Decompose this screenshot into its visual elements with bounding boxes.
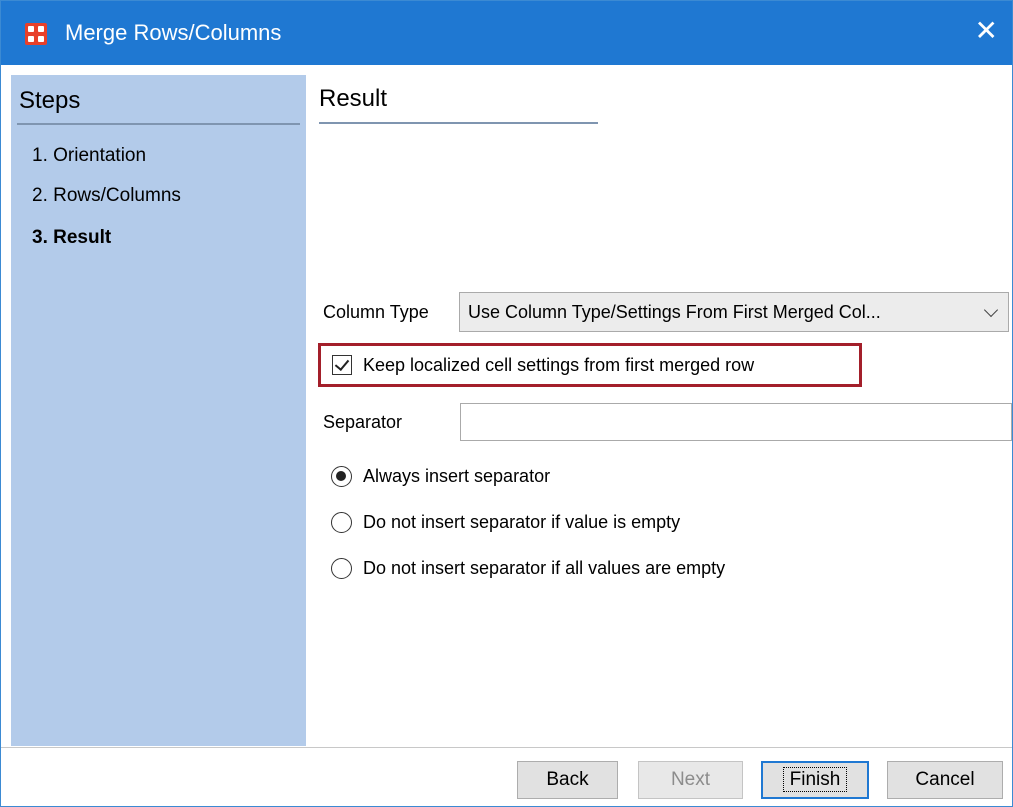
cancel-button[interactable]: Cancel: [887, 761, 1003, 799]
back-button[interactable]: Back: [517, 761, 618, 799]
radio-not-if-value-empty[interactable]: [331, 512, 352, 533]
column-type-label: Column Type: [323, 302, 429, 322]
keep-localized-label[interactable]: Keep localized cell settings from first …: [363, 355, 754, 376]
merge-dialog: Merge Rows/Columns ✕ Steps 1. Orientatio…: [0, 0, 1013, 807]
steps-panel: Steps 1. Orientation 2. Rows/Columns 3. …: [11, 75, 306, 746]
radio-not-if-all-empty-label[interactable]: Do not insert separator if all values ar…: [363, 558, 725, 579]
column-type-select[interactable]: Use Column Type/Settings From First Merg…: [459, 292, 1009, 332]
window-title: Merge Rows/Columns: [65, 20, 282, 45]
radio-always-insert[interactable]: [331, 466, 352, 487]
app-grid-icon: [25, 23, 47, 45]
separator-input[interactable]: [460, 403, 1012, 441]
step-rows-columns[interactable]: 2. Rows/Columns: [32, 185, 181, 207]
finish-label: Finish: [782, 767, 848, 792]
radio-not-if-value-empty-label[interactable]: Do not insert separator if value is empt…: [363, 512, 680, 533]
page-title: Result: [319, 85, 388, 112]
separator-label: Separator: [323, 412, 403, 432]
steps-heading: Steps: [19, 87, 81, 114]
step-result[interactable]: 3. Result: [32, 227, 111, 249]
title-divider: [319, 122, 598, 124]
title-bar: Merge Rows/Columns ✕: [1, 1, 1012, 65]
keep-localized-checkbox[interactable]: [332, 355, 352, 375]
chevron-down-icon: [983, 302, 999, 318]
finish-button[interactable]: Finish: [761, 761, 869, 799]
close-icon[interactable]: ✕: [975, 13, 998, 49]
footer-divider: [1, 747, 1012, 748]
step-orientation[interactable]: 1. Orientation: [32, 145, 146, 167]
radio-always-insert-label[interactable]: Always insert separator: [363, 466, 550, 487]
next-button[interactable]: Next: [638, 761, 743, 799]
column-type-value: Use Column Type/Settings From First Merg…: [468, 302, 881, 322]
steps-divider: [17, 123, 300, 125]
radio-not-if-all-empty[interactable]: [331, 558, 352, 579]
